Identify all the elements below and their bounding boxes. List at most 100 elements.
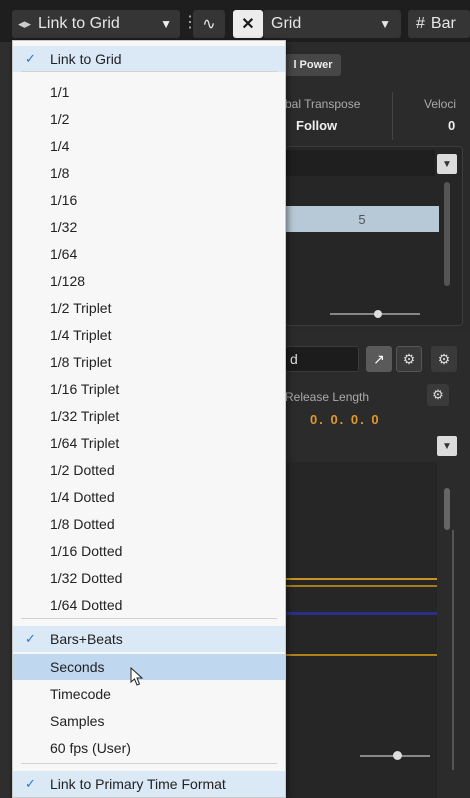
bar-button[interactable]: # Bar <box>408 10 470 38</box>
menu-item[interactable]: 1/32 <box>13 214 285 240</box>
menu-item[interactable]: 1/2 <box>13 106 285 132</box>
scroll-track <box>452 530 454 770</box>
menu-item[interactable]: 1/64 <box>13 241 285 267</box>
lane-event-value: 5 <box>358 211 366 227</box>
toolbar: ◂▸ Link to Grid ▼ ⋮ ∿ ✕ Grid ▼ # Bar <box>0 0 470 42</box>
menu-item[interactable]: 1/4 Triplet <box>13 322 285 348</box>
menu-item-label: 1/2 <box>50 111 70 127</box>
menu-item[interactable]: 1/16 Triplet <box>13 376 285 402</box>
global-transpose-value[interactable]: Follow <box>296 118 337 133</box>
track-line <box>285 578 437 580</box>
zoom-slider-handle[interactable] <box>393 751 402 760</box>
menu-item[interactable]: 1/8 Dotted <box>13 511 285 537</box>
menu-item[interactable]: 1/64 Dotted <box>13 592 285 618</box>
checkmark-icon: ✓ <box>25 51 36 66</box>
arrow-up-right-icon: ↗ <box>373 350 385 367</box>
snap-arrows-icon: ◂▸ <box>18 16 32 31</box>
chevron-down-icon: ▼ <box>160 17 172 31</box>
menu-item-label: 1/16 Dotted <box>50 543 123 559</box>
gear-button[interactable]: ⚙ <box>431 346 457 372</box>
menu-item-label: 1/8 <box>50 165 70 181</box>
menu-item-label: 1/4 <box>50 138 70 154</box>
chevron-down-icon: ▼ <box>379 17 391 31</box>
name-input[interactable]: d <box>285 346 359 372</box>
menu-item[interactable]: 1/2 Dotted <box>13 457 285 483</box>
menu-item[interactable]: 1/16 <box>13 187 285 213</box>
menu-item-label: 1/32 Dotted <box>50 570 123 586</box>
menu-item-label: 1/8 Dotted <box>50 516 115 532</box>
menu-item[interactable]: Timecode <box>13 681 285 707</box>
menu-item[interactable]: 1/64 Triplet <box>13 430 285 456</box>
checkmark-icon: ✓ <box>25 631 36 646</box>
grid-type-dropdown[interactable]: Grid ▼ <box>263 10 401 38</box>
menu-item-label: 1/4 Dotted <box>50 489 115 505</box>
settings-panel-icon: ⚙ <box>402 350 416 367</box>
track-line <box>285 654 437 656</box>
menu-item[interactable]: 1/16 Dotted <box>13 538 285 564</box>
menu-item-label: 1/64 <box>50 246 78 262</box>
hash-icon: # <box>416 15 425 32</box>
menu-item[interactable]: 1/1 <box>13 79 285 105</box>
menu-item[interactable]: ✓ Bars+Beats <box>13 626 285 652</box>
quantize-toggle[interactable]: ✕ <box>233 10 263 38</box>
menu-item-label: Timecode <box>50 686 111 702</box>
open-editor-button[interactable]: ↗ <box>366 346 392 372</box>
release-length-value[interactable]: 0. 0. 0. 0 <box>310 412 381 427</box>
track-line <box>285 585 437 587</box>
divider <box>392 92 393 140</box>
checkmark-icon: ✓ <box>25 776 36 791</box>
editor-grid[interactable] <box>285 462 437 798</box>
link-to-grid-dropdown[interactable]: ◂▸ Link to Grid ▼ <box>12 10 180 38</box>
menu-item[interactable]: ✓ Link to Grid <box>13 46 285 72</box>
snap-curve-icon: ∿ <box>202 16 216 33</box>
menu-item[interactable]: 1/4 <box>13 133 285 159</box>
menu-separator <box>21 618 277 619</box>
menu-item-label: Link to Primary Time Format <box>50 776 226 792</box>
menu-item[interactable]: 1/32 Dotted <box>13 565 285 591</box>
menu-item-label: 60 fps (User) <box>50 740 131 756</box>
release-length-label: Release Length <box>285 390 370 404</box>
scrollbar[interactable] <box>444 182 450 286</box>
mouse-cursor-icon <box>130 666 146 692</box>
menu-item-label: 1/2 Dotted <box>50 462 115 478</box>
menu-item[interactable]: 1/32 Triplet <box>13 403 285 429</box>
gear-icon: ⚙ <box>437 350 451 367</box>
menu-item-label: 1/1 <box>50 84 70 100</box>
menu-separator <box>21 763 277 764</box>
menu-item-label: Seconds <box>50 659 105 675</box>
global-transpose-label: bal Transpose <box>285 97 361 111</box>
zoom-slider-handle[interactable] <box>374 310 382 318</box>
menu-item[interactable]: 1/4 Dotted <box>13 484 285 510</box>
quantize-icon: ✕ <box>241 16 255 33</box>
menu-item-label: Link to Grid <box>50 51 122 67</box>
menu-item[interactable]: 60 fps (User) <box>13 735 285 761</box>
editor-dropdown-button[interactable]: ▼ <box>437 436 457 456</box>
lane-event[interactable]: 5 <box>285 206 439 232</box>
menu-item[interactable]: Seconds <box>13 654 285 680</box>
menu-item-label: 1/128 <box>50 273 86 289</box>
menu-item-label: 1/4 Triplet <box>50 327 112 343</box>
release-gear-button[interactable]: ⚙ <box>427 384 449 406</box>
menu-item[interactable]: 1/128 <box>13 268 285 294</box>
menu-item[interactable]: 1/2 Triplet <box>13 295 285 321</box>
lane-dropdown-button[interactable]: ▼ <box>437 154 457 174</box>
menu-item[interactable]: 1/8 <box>13 160 285 186</box>
menu-item-label: 1/2 Triplet <box>50 300 112 316</box>
menu-item-label: Samples <box>50 713 105 729</box>
velocity-value[interactable]: 0 <box>448 118 455 133</box>
menu-item-label: 1/16 <box>50 192 78 208</box>
menu-item-label: 1/64 Dotted <box>50 597 123 613</box>
track-line <box>285 612 437 615</box>
snap-button[interactable]: ∿ <box>193 10 225 38</box>
menu-item[interactable]: ✓ Link to Primary Time Format <box>13 771 285 797</box>
ruler <box>285 150 435 176</box>
left-strip <box>0 42 10 798</box>
menu-item-label: 1/32 <box>50 219 78 235</box>
settings-button[interactable]: ⚙ <box>396 346 422 372</box>
power-button[interactable]: l Power <box>285 54 341 76</box>
menu-item-label: 1/32 Triplet <box>50 408 120 424</box>
menu-item[interactable]: Samples <box>13 708 285 734</box>
menu-item[interactable]: 1/8 Triplet <box>13 349 285 375</box>
menu-separator <box>21 71 277 72</box>
scrollbar[interactable] <box>444 488 450 530</box>
